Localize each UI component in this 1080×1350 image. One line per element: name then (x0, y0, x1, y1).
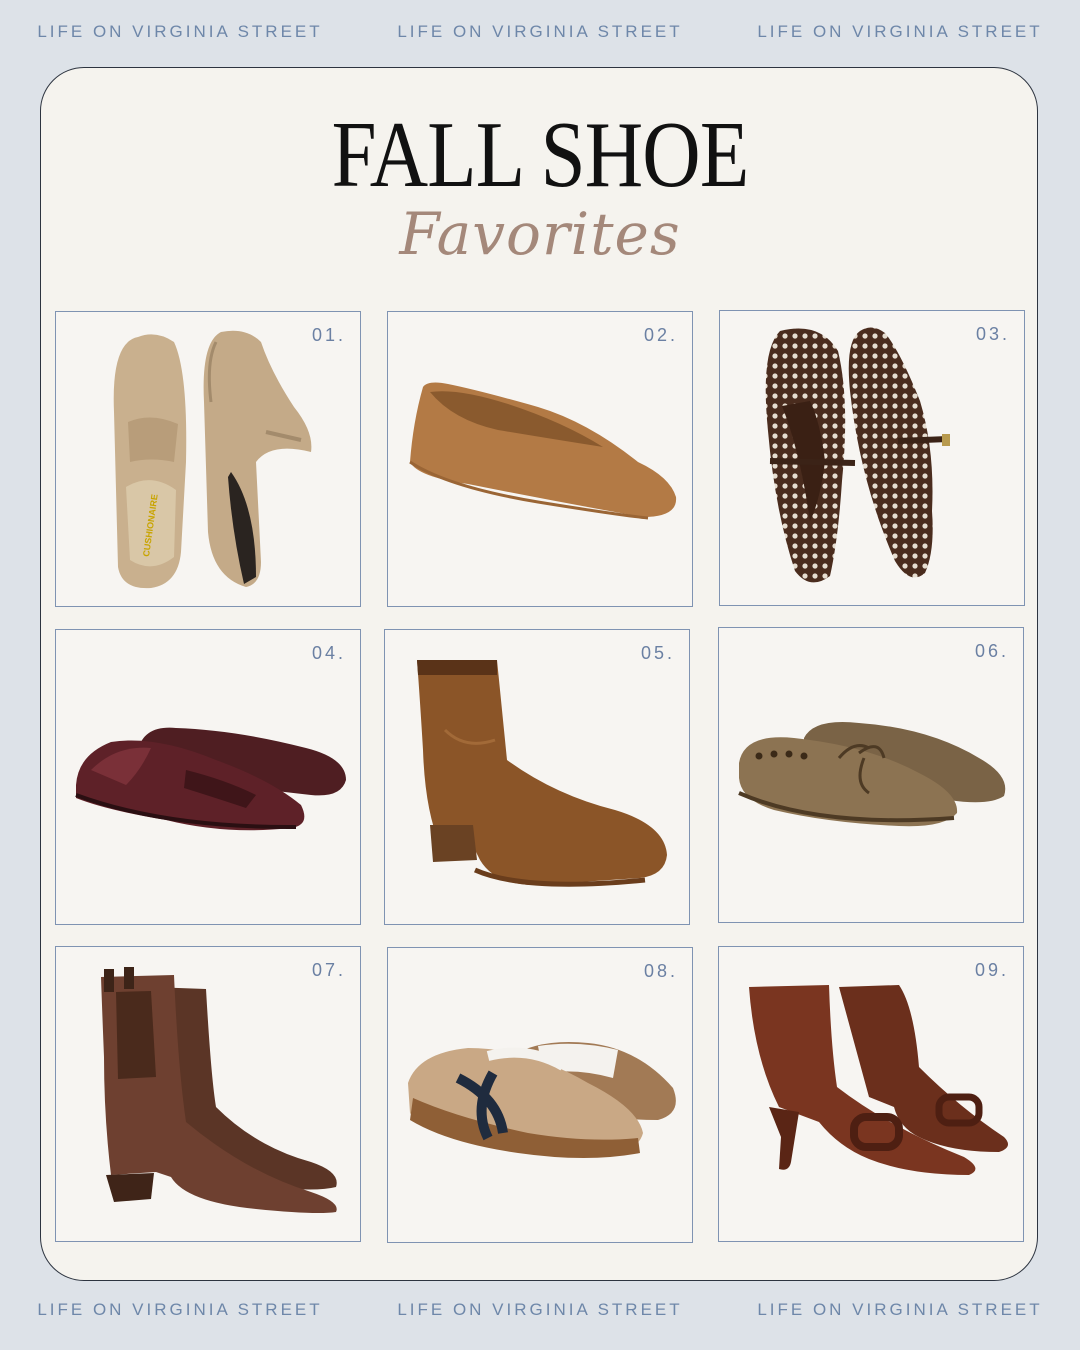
page-subtitle: Favorites (399, 200, 681, 268)
tan-retro-sneakers-icon (408, 1042, 676, 1158)
burgundy-leather-penny-loafers-icon (75, 727, 346, 831)
product-tile-01[interactable]: 01. CUSHIONAIRE (55, 311, 361, 607)
rust-suede-kitten-heel-buckle-boots-icon (749, 985, 1008, 1175)
banner-text: LIFE ON VIRGINIA STREET (397, 1300, 683, 1319)
camel-suede-ballet-flat-icon (409, 382, 677, 520)
product-tile-07[interactable]: 07. (55, 946, 361, 1242)
banner-text: LIFE ON VIRGINIA STREET (37, 1300, 323, 1319)
product-tile-05[interactable]: 05. (384, 629, 690, 925)
product-tile-04[interactable]: 04. (55, 629, 361, 925)
product-tile-06[interactable]: 06. (718, 627, 1024, 923)
taupe-suede-driving-moccasins-icon (738, 722, 1006, 827)
tan-suede-loafer-mules-icon: CUSHIONAIRE (113, 330, 312, 589)
product-tile-08[interactable]: 08. (387, 947, 693, 1243)
product-tile-09[interactable]: 09. (718, 946, 1024, 1242)
banner-text: LIFE ON VIRGINIA STREET (757, 1300, 1043, 1319)
banner-text: LIFE ON VIRGINIA STREET (397, 22, 683, 41)
top-banner: LIFE ON VIRGINIA STREET LIFE ON VIRGINIA… (0, 17, 1080, 47)
bottom-banner: LIFE ON VIRGINIA STREET LIFE ON VIRGINIA… (0, 1295, 1080, 1325)
cognac-suede-ankle-boot-icon (417, 660, 667, 887)
product-tile-02[interactable]: 02. (387, 311, 693, 607)
brown-woven-mary-jane-flats-icon (765, 327, 950, 583)
banner-text: LIFE ON VIRGINIA STREET (37, 22, 323, 41)
product-tile-03[interactable]: 03. (719, 310, 1025, 606)
page-title: FALL SHOE (331, 103, 750, 207)
brown-leather-chelsea-boots-icon (101, 967, 337, 1213)
banner-text: LIFE ON VIRGINIA STREET (757, 22, 1043, 41)
